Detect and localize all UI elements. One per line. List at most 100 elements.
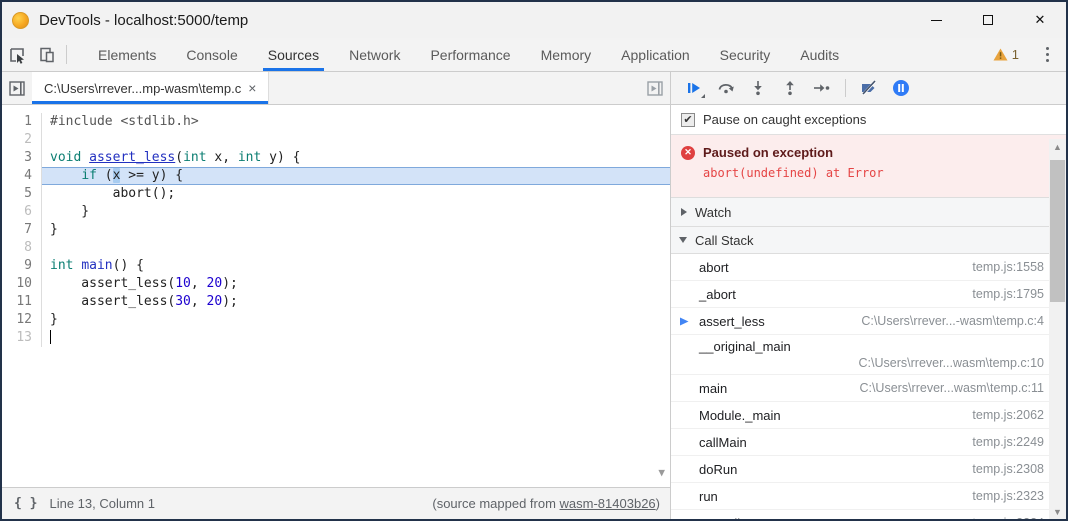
device-toolbar-icon[interactable] — [32, 38, 62, 71]
code-line-2[interactable]: 2 — [2, 131, 670, 149]
console-warning-indicator[interactable]: 1 — [987, 47, 1025, 62]
exception-title: Paused on exception — [703, 145, 833, 160]
code-line-9[interactable]: 9int main() { — [2, 257, 670, 275]
sidebar-scrollbar[interactable]: ▲ ▼ — [1049, 139, 1066, 519]
call-stack-frame-_abort[interactable]: _abort temp.js:1795 — [671, 281, 1066, 308]
call-stack-frame-main[interactable]: mainC:\Users\rrever...wasm\temp.c:11 — [671, 375, 1066, 402]
line-number[interactable]: 1 — [2, 113, 42, 131]
tab-elements[interactable]: Elements — [83, 38, 171, 71]
deactivate-breakpoints-button[interactable] — [854, 75, 884, 101]
close-button[interactable]: ✕ — [1014, 2, 1066, 38]
app-icon — [12, 12, 29, 29]
line-number[interactable]: 13 — [2, 329, 42, 347]
frame-location: temp.js:1558 — [972, 260, 1044, 274]
code-text: if (x >= y) { — [42, 167, 670, 185]
warning-icon — [993, 48, 1008, 61]
call-stack-label: Call Stack — [695, 233, 754, 248]
call-stack-section-header[interactable]: Call Stack — [671, 226, 1066, 254]
code-line-11[interactable]: 11 assert_less(30, 20); — [2, 293, 670, 311]
cursor-position: Line 13, Column 1 — [49, 496, 155, 511]
line-number[interactable]: 7 — [2, 221, 42, 239]
call-stack-frame-abort[interactable]: aborttemp.js:1558 — [671, 254, 1066, 281]
frame-name: assert_less — [699, 314, 765, 329]
code-line-5[interactable]: 5 abort(); — [2, 185, 670, 203]
line-number[interactable]: 3 — [2, 149, 42, 167]
tab-application[interactable]: Application — [606, 38, 705, 71]
scrollbar-thumb[interactable] — [1050, 160, 1065, 302]
watch-section-header[interactable]: Watch — [671, 197, 1066, 226]
file-tab-label: C:\Users\rrever...mp-wasm\temp.c — [44, 81, 241, 96]
resume-button[interactable] — [679, 75, 709, 101]
line-number[interactable]: 12 — [2, 311, 42, 329]
show-navigator-icon[interactable] — [2, 72, 32, 104]
inspect-element-icon[interactable] — [2, 38, 32, 71]
line-number[interactable]: 2 — [2, 131, 42, 149]
pause-on-exceptions-button[interactable] — [886, 75, 916, 101]
call-stack-list: aborttemp.js:1558 _abort temp.js:1795 asser… — [671, 254, 1066, 519]
paused-exception-banner: ✕ Paused on exception abort(undefined) a… — [671, 135, 1066, 197]
code-editor[interactable]: 1#include <stdlib.h>23void assert_less(i… — [2, 105, 670, 487]
tab-security[interactable]: Security — [705, 38, 786, 71]
frame-location: temp.js:1795 — [972, 287, 1044, 301]
call-stack-frame-runCaller[interactable]: runCallertemp.js:2324 — [671, 510, 1066, 519]
code-text: } — [42, 203, 670, 221]
code-line-1[interactable]: 1#include <stdlib.h> — [2, 113, 670, 131]
tab-network[interactable]: Network — [334, 38, 415, 71]
more-options-icon[interactable] — [1034, 47, 1060, 62]
line-number[interactable]: 10 — [2, 275, 42, 293]
line-number[interactable]: 5 — [2, 185, 42, 203]
call-stack-frame-Module._main[interactable]: Module._maintemp.js:2062 — [671, 402, 1066, 429]
call-stack-frame-callMain[interactable]: callMaintemp.js:2249 — [671, 429, 1066, 456]
tab-audits[interactable]: Audits — [785, 38, 854, 71]
code-line-4[interactable]: 4 if (x >= y) { — [2, 167, 670, 185]
code-line-6[interactable]: 6 } — [2, 203, 670, 221]
call-stack-frame-assert_less[interactable]: assert_lessC:\Users\rrever...-wasm\temp.… — [671, 308, 1066, 335]
code-line-12[interactable]: 12} — [2, 311, 670, 329]
close-file-icon[interactable]: × — [248, 81, 256, 95]
current-frame-arrow-icon — [679, 315, 690, 328]
frame-name: __original_main — [699, 338, 1044, 355]
code-line-3[interactable]: 3void assert_less(int x, int y) { — [2, 149, 670, 167]
call-stack-frame-doRun[interactable]: doRuntemp.js:2308 — [671, 456, 1066, 483]
editor-scroll-down-icon[interactable]: ▼ — [658, 466, 665, 479]
frame-name: _abort — [699, 287, 736, 302]
maximize-button[interactable] — [962, 2, 1014, 38]
code-line-13[interactable]: 13 — [2, 329, 670, 347]
line-number[interactable]: 9 — [2, 257, 42, 275]
warning-count: 1 — [1012, 47, 1019, 62]
exception-message: abort(undefined) at Error — [703, 166, 1054, 180]
call-stack-frame-__original_main[interactable]: __original_mainC:\Users\rrever...wasm\te… — [671, 335, 1066, 375]
pretty-print-button[interactable]: { } — [2, 496, 49, 511]
step-into-button[interactable] — [743, 75, 773, 101]
call-stack-frame-run[interactable]: runtemp.js:2323 — [671, 483, 1066, 510]
tab-memory[interactable]: Memory — [526, 38, 607, 71]
debugger-sidebar: ✔ Pause on caught exceptions ✕ Paused on… — [671, 72, 1066, 519]
code-line-10[interactable]: 10 assert_less(10, 20); — [2, 275, 670, 293]
line-number[interactable]: 11 — [2, 293, 42, 311]
scroll-up-icon[interactable]: ▲ — [1049, 139, 1066, 154]
code-text: void assert_less(int x, int y) { — [42, 149, 670, 167]
step-button[interactable] — [807, 75, 837, 101]
tab-console[interactable]: Console — [171, 38, 252, 71]
show-debugger-sidebar-icon[interactable] — [640, 72, 670, 104]
step-over-button[interactable] — [711, 75, 741, 101]
tab-sources[interactable]: Sources — [253, 38, 334, 71]
source-map-link[interactable]: wasm-81403b26 — [560, 496, 656, 511]
step-out-button[interactable] — [775, 75, 805, 101]
main-toolbar: ElementsConsoleSourcesNetworkPerformance… — [2, 38, 1066, 72]
line-number[interactable]: 4 — [2, 167, 42, 185]
line-number[interactable]: 6 — [2, 203, 42, 221]
code-line-8[interactable]: 8 — [2, 239, 670, 257]
tab-performance[interactable]: Performance — [415, 38, 525, 71]
minimize-button[interactable] — [910, 2, 962, 38]
source-mapped-note: (source mapped from wasm-81403b26) — [432, 496, 670, 511]
code-line-7[interactable]: 7} — [2, 221, 670, 239]
scroll-down-icon[interactable]: ▼ — [1049, 504, 1066, 519]
frame-name: runCaller — [699, 516, 752, 520]
text-caret — [50, 330, 51, 344]
pause-on-caught-checkbox[interactable]: ✔ — [681, 113, 695, 127]
file-tab-bar: C:\Users\rrever...mp-wasm\temp.c × — [2, 72, 670, 105]
file-tab-temp-c[interactable]: C:\Users\rrever...mp-wasm\temp.c × — [32, 72, 269, 104]
line-number[interactable]: 8 — [2, 239, 42, 257]
devtools-window: DevTools - localhost:5000/temp ✕ Element… — [0, 0, 1068, 521]
